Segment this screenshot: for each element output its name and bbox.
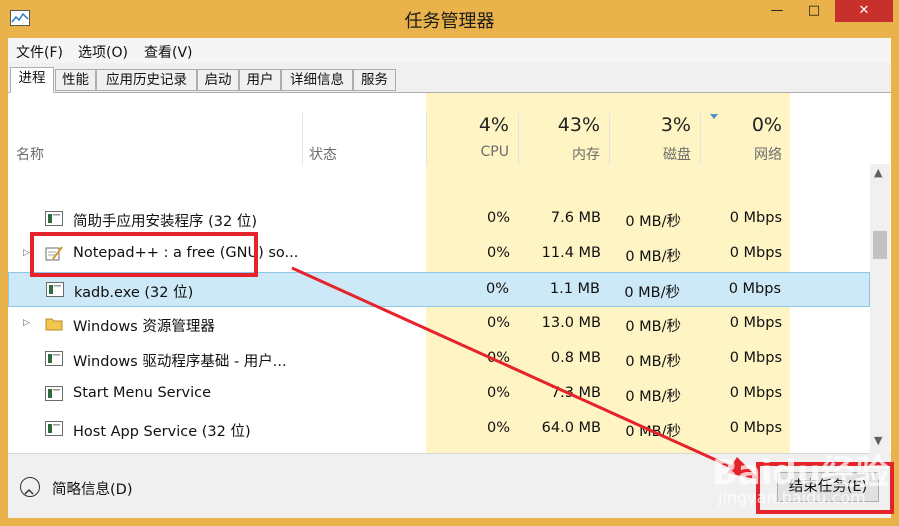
watermark-url: jingyan.baidu.com <box>718 488 866 507</box>
task-manager-window: 任务管理器 — □ ✕ 文件(F) 选项(O) 查看(V) 进程 性能 应用历史… <box>0 0 899 526</box>
watermark-brand: Baidu经验 <box>712 453 890 493</box>
